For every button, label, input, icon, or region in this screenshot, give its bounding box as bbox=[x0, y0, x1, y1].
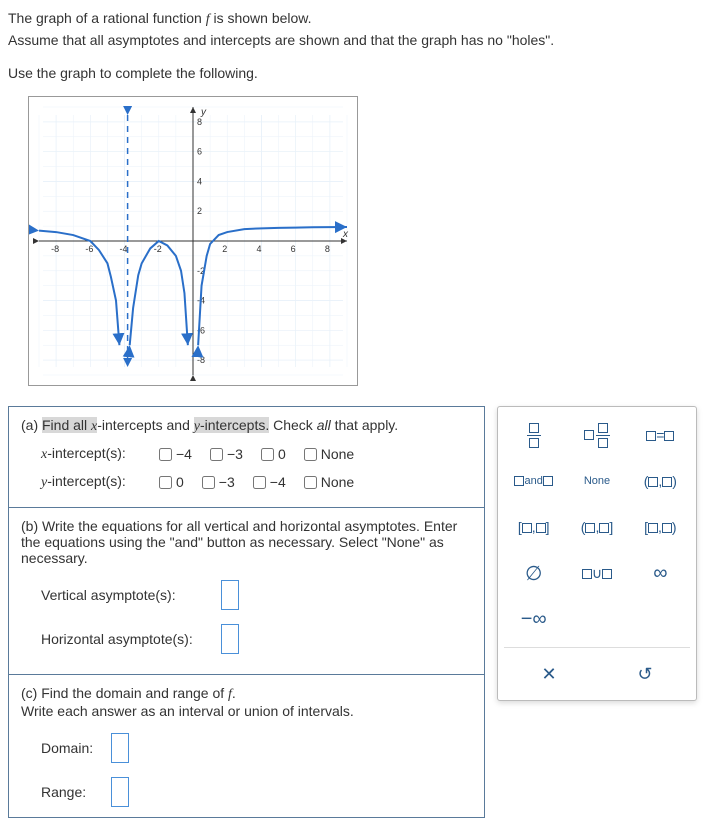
svg-text:-6: -6 bbox=[85, 244, 93, 254]
x-opt-0[interactable]: 0 bbox=[261, 446, 286, 462]
y-opt-neg3[interactable]: −3 bbox=[202, 474, 235, 490]
y-checkbox-3[interactable] bbox=[304, 476, 317, 489]
closed-interval-button[interactable]: [,] bbox=[504, 507, 563, 547]
svg-text:6: 6 bbox=[291, 244, 296, 254]
svg-text:2: 2 bbox=[222, 244, 227, 254]
x-opt-none[interactable]: None bbox=[304, 446, 354, 462]
part-b: (b) Write the equations for all vertical… bbox=[9, 507, 484, 674]
svg-text:8: 8 bbox=[325, 244, 330, 254]
x-checkbox-1[interactable] bbox=[210, 448, 223, 461]
and-button[interactable]: and bbox=[504, 461, 563, 501]
intro-line2: Assume that all asymptotes and intercept… bbox=[8, 30, 697, 51]
mixed-number-button[interactable] bbox=[567, 415, 626, 455]
part-c-line2: Write each answer as an interval or unio… bbox=[21, 703, 472, 719]
range-row: Range: bbox=[41, 777, 472, 807]
none-button[interactable]: None bbox=[567, 461, 626, 501]
part-a-title: (a) Find all x-intercepts and y-intercep… bbox=[21, 417, 472, 435]
x-opt-neg4[interactable]: −4 bbox=[159, 446, 192, 462]
domain-row: Domain: bbox=[41, 733, 472, 763]
intro-line3: Use the graph to complete the following. bbox=[8, 63, 697, 84]
range-label: Range: bbox=[41, 784, 101, 800]
x-opt-neg3[interactable]: −3 bbox=[210, 446, 243, 462]
ha-label: Horizontal asymptote(s): bbox=[41, 631, 211, 647]
ha-row: Horizontal asymptote(s): bbox=[41, 624, 472, 654]
fraction-button[interactable] bbox=[504, 415, 563, 455]
svg-text:4: 4 bbox=[197, 176, 202, 186]
y-intercept-row: y-intercept(s): 0 −3 −4 None bbox=[41, 473, 472, 491]
equals-button[interactable]: = bbox=[631, 415, 690, 455]
x-checkbox-0[interactable] bbox=[159, 448, 172, 461]
half-open-left-button[interactable]: (,] bbox=[567, 507, 626, 547]
neg-infinity-button[interactable]: −∞ bbox=[504, 599, 563, 639]
y-opt-0[interactable]: 0 bbox=[159, 474, 184, 490]
y-checkbox-2[interactable] bbox=[253, 476, 266, 489]
range-input[interactable] bbox=[111, 777, 129, 807]
problem-intro: The graph of a rational function f is sh… bbox=[8, 8, 697, 84]
x-intercept-row: x-intercept(s): −4 −3 0 None bbox=[41, 445, 472, 463]
svg-text:-8: -8 bbox=[51, 244, 59, 254]
va-row: Vertical asymptote(s): bbox=[41, 580, 472, 610]
y-opt-none[interactable]: None bbox=[304, 474, 354, 490]
svg-text:6: 6 bbox=[197, 147, 202, 157]
half-open-right-button[interactable]: [,) bbox=[631, 507, 690, 547]
clear-button[interactable]: ✕ bbox=[504, 656, 594, 692]
x-checkbox-2[interactable] bbox=[261, 448, 274, 461]
question-panel: (a) Find all x-intercepts and y-intercep… bbox=[8, 406, 485, 818]
ha-input[interactable] bbox=[221, 624, 239, 654]
y-checkbox-0[interactable] bbox=[159, 476, 172, 489]
infinity-button[interactable]: ∞ bbox=[631, 553, 690, 593]
part-a: (a) Find all x-intercepts and y-intercep… bbox=[9, 407, 484, 507]
part-c: (c) Find the domain and range of f. Writ… bbox=[9, 674, 484, 817]
x-checkbox-3[interactable] bbox=[304, 448, 317, 461]
part-c-line1: (c) Find the domain and range of f. bbox=[21, 685, 472, 703]
svg-text:-8: -8 bbox=[197, 355, 205, 365]
intro-line1: The graph of a rational function f is sh… bbox=[8, 8, 697, 30]
y-checkbox-1[interactable] bbox=[202, 476, 215, 489]
symbol-palette: = and None (,) [,] (,] [,) bbox=[497, 406, 697, 701]
va-label: Vertical asymptote(s): bbox=[41, 587, 211, 603]
svg-text:8: 8 bbox=[197, 117, 202, 127]
part-b-text: (b) Write the equations for all vertical… bbox=[21, 518, 472, 566]
domain-input[interactable] bbox=[111, 733, 129, 763]
svg-text:x: x bbox=[342, 229, 349, 240]
svg-text:2: 2 bbox=[197, 206, 202, 216]
svg-text:4: 4 bbox=[256, 244, 261, 254]
union-button[interactable]: ∪ bbox=[567, 553, 626, 593]
rational-function-graph: y x -8-6-4-22468-8-6-4-22468 bbox=[28, 96, 358, 386]
empty-set-button[interactable]: ∅ bbox=[504, 553, 563, 593]
y-opt-neg4[interactable]: −4 bbox=[253, 474, 286, 490]
domain-label: Domain: bbox=[41, 740, 101, 756]
open-interval-button[interactable]: (,) bbox=[631, 461, 690, 501]
svg-text:-4: -4 bbox=[120, 244, 128, 254]
graph-svg: y x -8-6-4-22468-8-6-4-22468 bbox=[29, 97, 357, 385]
va-input[interactable] bbox=[221, 580, 239, 610]
reset-button[interactable]: ↺ bbox=[600, 656, 690, 692]
